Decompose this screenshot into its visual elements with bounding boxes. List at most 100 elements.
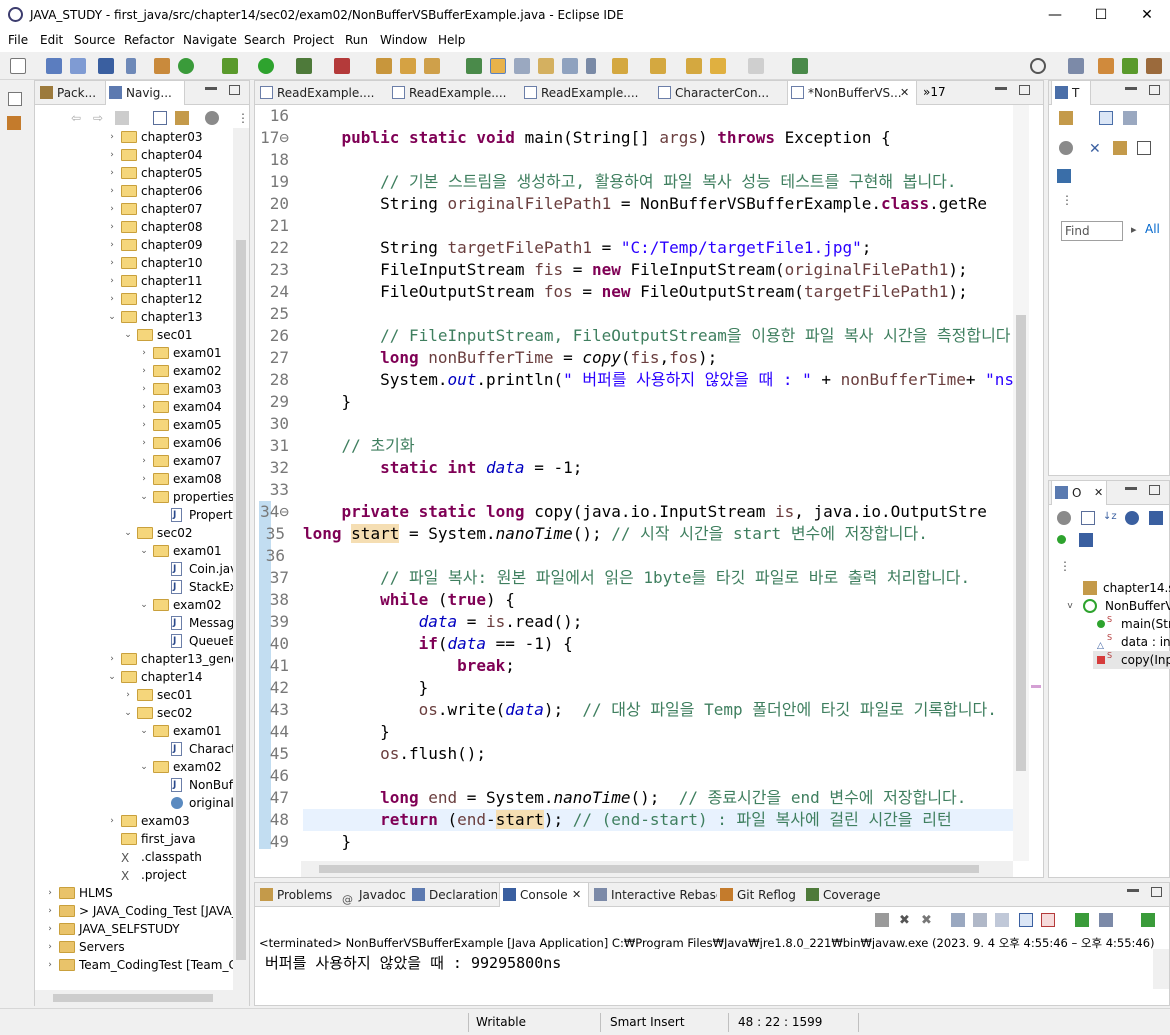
expand-arrow-icon[interactable]: ›: [139, 416, 149, 434]
block-select-icon[interactable]: [538, 58, 554, 74]
focus-outline-icon[interactable]: [1057, 511, 1071, 525]
close-tab-icon[interactable]: ✕: [900, 81, 909, 105]
collapse-arrow-icon[interactable]: ⌄: [123, 326, 133, 344]
pin-editor-icon[interactable]: [792, 58, 808, 74]
hide-local-types-icon[interactable]: [1079, 533, 1093, 547]
console-view-icon[interactable]: [98, 58, 114, 74]
display-console-icon[interactable]: [1099, 913, 1113, 927]
java-ee-perspective-icon[interactable]: [1098, 58, 1114, 74]
hide-static-icon[interactable]: [1149, 511, 1163, 525]
back-icon[interactable]: [710, 58, 726, 74]
minimize-button[interactable]: —: [1032, 0, 1078, 30]
last-edit-icon[interactable]: [686, 58, 702, 74]
save-all-icon[interactable]: [70, 58, 86, 74]
close-console-icon[interactable]: ✕: [572, 883, 581, 907]
editor-scrollbar[interactable]: [1013, 105, 1029, 861]
search-icon[interactable]: [1030, 58, 1046, 74]
open-folder-icon[interactable]: [400, 58, 416, 74]
menu-window[interactable]: Window: [380, 33, 427, 47]
collapse-arrow-icon[interactable]: ⌄: [123, 524, 133, 542]
expand-arrow-icon[interactable]: ›: [107, 812, 117, 830]
x-icon[interactable]: ✕: [1089, 141, 1103, 157]
editor-scroll-thumb[interactable]: [1016, 315, 1026, 771]
maximize-view-icon[interactable]: [229, 85, 240, 95]
external-tools-icon[interactable]: [334, 58, 350, 74]
tab-git-reflog[interactable]: Git Reflog: [717, 883, 803, 907]
highlight-icon[interactable]: [490, 58, 506, 74]
menu-run[interactable]: Run: [345, 33, 368, 47]
outline-menu-icon[interactable]: ⋮: [1059, 559, 1071, 573]
terminate-icon[interactable]: [875, 913, 889, 927]
show-whitespace-icon[interactable]: [514, 58, 530, 74]
show-stderr-icon[interactable]: [1041, 913, 1055, 927]
expand-arrow-icon[interactable]: ›: [107, 290, 117, 308]
tab-console[interactable]: Console ✕: [499, 883, 589, 907]
tree-hscroll-thumb[interactable]: [53, 994, 213, 1002]
overview-ruler[interactable]: [1029, 105, 1043, 861]
filters-icon[interactable]: [205, 111, 219, 125]
code-line[interactable]: if(data == -1) {: [303, 633, 573, 655]
expand-arrow-icon[interactable]: ›: [139, 344, 149, 362]
close-button[interactable]: ✕: [1124, 0, 1170, 30]
expand-arrow-icon[interactable]: ›: [123, 686, 133, 704]
code-line[interactable]: }: [303, 677, 429, 699]
tree-hscrollbar[interactable]: [35, 990, 249, 1006]
collapse-arrow-icon[interactable]: ⌄: [139, 596, 149, 614]
code-line[interactable]: os.flush();: [303, 743, 486, 765]
collapse-arrow-icon[interactable]: ⌄: [139, 542, 149, 560]
expand-arrow-icon[interactable]: ›: [139, 434, 149, 452]
code-line[interactable]: while (true) {: [303, 589, 515, 611]
minimize-console-icon[interactable]: [1127, 889, 1139, 892]
collapse-arrow-icon[interactable]: ⌄: [139, 488, 149, 506]
expand-arrow-icon[interactable]: ›: [107, 218, 117, 236]
editor-tab-readexample-2[interactable]: ReadExample....: [389, 81, 517, 105]
maximize-button[interactable]: ☐: [1078, 0, 1124, 30]
expand-arrow-icon[interactable]: ›: [45, 884, 55, 902]
code-line[interactable]: }: [303, 721, 390, 743]
collapse-arrow-icon[interactable]: ⌄: [123, 704, 133, 722]
tree-scrollbar[interactable]: [233, 128, 249, 990]
menu-file[interactable]: File: [8, 33, 28, 47]
console-scrollbar[interactable]: [1153, 949, 1169, 989]
code-line[interactable]: // 기본 스트림을 생성하고, 활용하여 파일 복사 성능 테스트를 구현해 …: [303, 171, 956, 193]
skip-breakpoints-icon[interactable]: [126, 58, 136, 74]
tree-scroll-thumb[interactable]: [236, 240, 246, 960]
pilcrow-icon[interactable]: [586, 58, 596, 74]
collapse-arrow-icon[interactable]: ⌄: [139, 722, 149, 740]
code-line[interactable]: FileOutputStream fos = new FileOutputStr…: [303, 281, 968, 303]
code-line[interactable]: static int data = -1;: [303, 457, 582, 479]
code-line[interactable]: break;: [303, 655, 515, 677]
maximize-tasks-icon[interactable]: [1149, 85, 1160, 95]
code-line[interactable]: return (end-start); // (end-start) : 파일 …: [303, 809, 952, 831]
code-line[interactable]: // 초기화: [303, 435, 415, 457]
menu-navigate[interactable]: Navigate: [183, 33, 237, 47]
collapse-all-icon[interactable]: [153, 111, 167, 125]
remove-launch-icon[interactable]: ✖: [899, 913, 913, 928]
pin-console-icon[interactable]: [1075, 913, 1089, 927]
all-link[interactable]: All: [1145, 222, 1160, 236]
expand-arrow-icon[interactable]: ›: [107, 272, 117, 290]
new-icon[interactable]: [10, 58, 26, 74]
package-icon[interactable]: [154, 58, 170, 74]
minimize-tasks-icon[interactable]: [1125, 87, 1137, 90]
next-annotation-icon[interactable]: [612, 58, 628, 74]
code-line[interactable]: System.out.println(" 버퍼를 사용하지 않았을 때 : " …: [303, 369, 1013, 391]
restore-icon[interactable]: [8, 92, 22, 106]
task-menu-icon[interactable]: ⋮: [1061, 193, 1073, 207]
prev-annotation-icon[interactable]: [650, 58, 666, 74]
sort-icon[interactable]: ↓z: [1103, 511, 1117, 525]
menu-edit[interactable]: Edit: [40, 33, 63, 47]
expand-arrow-icon[interactable]: ›: [107, 182, 117, 200]
hide-fields-icon[interactable]: [1125, 511, 1139, 525]
code-line[interactable]: String originalFilePath1 = NonBufferVSBu…: [303, 193, 987, 215]
editor-tab-nonbuffer[interactable]: *NonBufferVS... ✕: [787, 81, 917, 105]
expand-arrow-icon[interactable]: ›: [139, 398, 149, 416]
clear-console-icon[interactable]: [951, 913, 965, 927]
categorized-icon[interactable]: [1099, 111, 1113, 125]
up-nav-icon[interactable]: [115, 111, 129, 125]
maximize-editor-icon[interactable]: [1019, 85, 1030, 95]
sync-icon[interactable]: [1113, 141, 1127, 155]
editor-tab-readexample-3[interactable]: ReadExample....: [521, 81, 649, 105]
code-line[interactable]: os.write(data); // 대상 파일을 Temp 폴더안에 타깃 파…: [303, 699, 997, 721]
editor-hscroll-thumb[interactable]: [319, 865, 979, 873]
